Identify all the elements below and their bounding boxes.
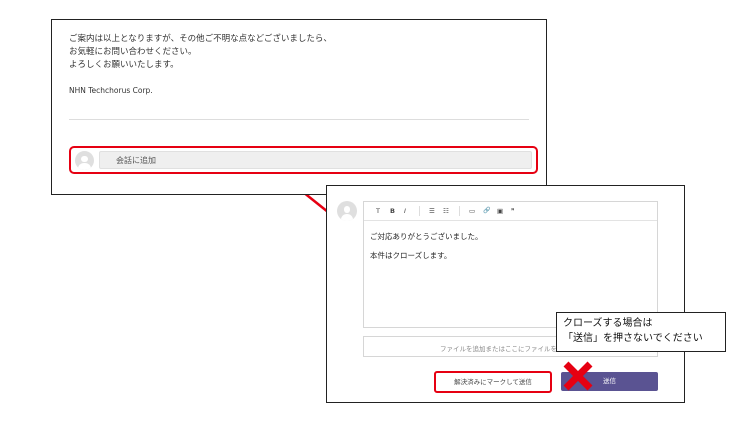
toolbar-separator [419, 206, 420, 216]
conversation-panel: ご案内は以上となりますが、その他ご不明な点などございましたら、 お気軽にお問い合… [51, 19, 547, 195]
reply-editor[interactable]: T B I ☰ ☷ ▭ 🔗 ▣ ❞ ご対応ありがとうございました。 本件はクロー… [363, 201, 658, 328]
reply-composer-panel: T B I ☰ ☷ ▭ 🔗 ▣ ❞ ご対応ありがとうございました。 本件はクロー… [326, 185, 685, 403]
avatar [337, 201, 357, 221]
avatar [75, 151, 94, 170]
format-toolbar: T B I ☰ ☷ ▭ 🔗 ▣ ❞ [364, 202, 657, 221]
prohibited-x-icon [563, 361, 593, 391]
toolbar-separator [459, 206, 460, 216]
italic-icon[interactable]: I [404, 207, 406, 215]
editor-line: 本件はクローズします。 [370, 251, 452, 260]
message-line: お気軽にお問い合わせください。 [69, 47, 197, 57]
editor-content: ご対応ありがとうございました。 本件はクローズします。 [370, 231, 483, 261]
divider [69, 119, 529, 120]
text-size-icon[interactable]: T [376, 207, 380, 215]
bullet-list-icon[interactable]: ☰ [429, 207, 435, 215]
user-head-icon [343, 205, 351, 213]
editor-line: ご対応ありがとうございました。 [370, 232, 483, 241]
file-drop-label: ファイルを追加またはここにファイルを [440, 345, 557, 353]
bold-icon[interactable]: B [390, 207, 395, 215]
mark-resolved-and-send-button[interactable]: 解決済みにマークして送信 [434, 371, 552, 393]
user-body-icon [78, 163, 91, 170]
numbered-list-icon[interactable]: ☷ [443, 207, 449, 215]
user-head-icon [81, 155, 88, 162]
image-icon[interactable]: ▭ [469, 207, 475, 215]
message-body: ご案内は以上となりますが、その他ご不明な点などございましたら、 お気軽にお問い合… [69, 33, 332, 72]
callout-line: クローズする場合は [563, 318, 653, 329]
user-body-icon [340, 213, 354, 221]
media-icon[interactable]: ▣ [497, 207, 503, 215]
link-icon[interactable]: 🔗 [483, 207, 490, 215]
company-signature: NHN Techchorus Corp. [69, 86, 153, 95]
message-line: よろしくお願いいたします。 [69, 60, 179, 70]
message-line: ご案内は以上となりますが、その他ご不明な点などございましたら、 [69, 34, 332, 44]
warning-callout: クローズする場合は 「送信」を押さないでください [556, 312, 726, 352]
reply-placeholder: 会話に追加 [116, 156, 156, 165]
reply-bar-highlight: 会話に追加 [69, 146, 538, 174]
callout-line: 「送信」を押さないでください [563, 333, 703, 344]
add-to-conversation-input[interactable]: 会話に追加 [99, 151, 532, 169]
quote-icon[interactable]: ❞ [511, 207, 515, 215]
